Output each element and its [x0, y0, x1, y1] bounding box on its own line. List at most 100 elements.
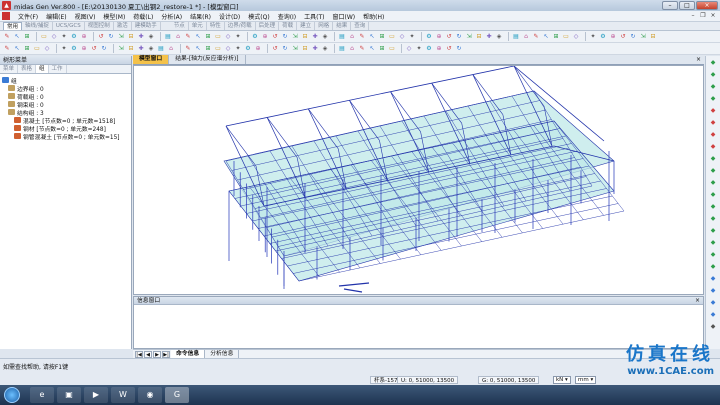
toolbar-tool-icon[interactable]: ↖ — [194, 33, 202, 41]
toolbar-tool-icon[interactable]: ⊞ — [378, 33, 386, 41]
toolbar-tool-icon[interactable]: ⇲ — [639, 33, 647, 41]
toolbar-tool-icon[interactable]: ✚ — [311, 45, 319, 53]
view-tool-icon[interactable]: ◆ — [709, 214, 718, 223]
toolbar-tool-icon[interactable]: ⌂ — [167, 45, 175, 53]
menu-item[interactable]: 模式(Q) — [244, 12, 273, 21]
toolbar-tool-icon[interactable]: ↖ — [13, 45, 21, 53]
ie-icon[interactable]: e — [30, 387, 54, 403]
info-tab[interactable]: 命令信息 — [171, 350, 206, 358]
toolbar-tool-icon[interactable]: ✦ — [408, 33, 416, 41]
toolbar-tool-icon[interactable]: ↺ — [271, 33, 279, 41]
toolbar-tool-icon[interactable]: ⊞ — [552, 33, 560, 41]
start-button[interactable] — [4, 387, 20, 403]
toolbar-tool-icon[interactable]: ⊞ — [378, 45, 386, 53]
toolbar-tool-icon[interactable]: ↻ — [455, 45, 463, 53]
toolbar-tool-icon[interactable]: ⊞ — [23, 33, 31, 41]
toolbar-tool-icon[interactable]: ↖ — [368, 45, 376, 53]
view-tool-icon[interactable]: ◆ — [709, 130, 718, 139]
toolbar-tool-icon[interactable]: ⌂ — [174, 33, 182, 41]
ribbon-tab[interactable]: 荷载 — [279, 22, 298, 30]
toolbar-tool-icon[interactable]: ⊟ — [127, 45, 135, 53]
toolbar-tool-icon[interactable]: ✦ — [234, 33, 242, 41]
toolbar-tool-icon[interactable]: ▭ — [388, 45, 396, 53]
toolbar-tool-icon[interactable]: ◇ — [572, 33, 580, 41]
toolbar-tool-icon[interactable]: ⚙ — [425, 45, 433, 53]
ribbon-tab[interactable]: 结果 — [333, 22, 352, 30]
toolbar-tool-icon[interactable]: ⇲ — [291, 45, 299, 53]
folder-icon[interactable]: ▣ — [57, 387, 81, 403]
next-arrow-icon[interactable]: ▶ — [153, 350, 161, 358]
toolbar-tool-icon[interactable]: ↺ — [271, 45, 279, 53]
toolbar-tool-icon[interactable]: ◈ — [321, 45, 329, 53]
toolbar-tool-icon[interactable]: ▤ — [338, 45, 346, 53]
toolbar-tool-icon[interactable]: ▤ — [164, 33, 172, 41]
ribbon-tab[interactable]: 网格 — [315, 22, 334, 30]
menu-item[interactable]: 分析(A) — [157, 12, 186, 21]
mdi-close-icon[interactable]: × — [709, 12, 717, 20]
toolbar-tool-icon[interactable]: ✚ — [485, 33, 493, 41]
toolbar-tool-icon[interactable]: ↻ — [281, 33, 289, 41]
toolbar-tool-icon[interactable]: ↺ — [445, 45, 453, 53]
view-tool-icon[interactable]: ◆ — [709, 166, 718, 175]
first-arrow-icon[interactable]: |◀ — [135, 350, 143, 358]
ribbon-tab[interactable]: 边界/荷载 — [225, 22, 256, 30]
view-tool-icon[interactable]: ◆ — [709, 94, 718, 103]
toolbar-tool-icon[interactable]: ✦ — [589, 33, 597, 41]
menu-item[interactable]: 文件(F) — [14, 12, 42, 21]
view-tool-icon[interactable]: ◆ — [709, 274, 718, 283]
view-tool-icon[interactable]: ◆ — [709, 286, 718, 295]
toolbar-tool-icon[interactable]: ⊟ — [127, 33, 135, 41]
toolbar-tool-icon[interactable]: ✚ — [311, 33, 319, 41]
toolbar-tool-icon[interactable]: ✦ — [60, 33, 68, 41]
toolbar-tool-icon[interactable]: ✚ — [137, 45, 145, 53]
toolbar-tool-icon[interactable]: ⊟ — [301, 33, 309, 41]
toolbar-tool-icon[interactable]: ⚙ — [244, 45, 252, 53]
menu-item[interactable]: 编辑(E) — [42, 12, 70, 21]
info-tab[interactable]: 分析信息 — [205, 350, 240, 358]
toolbar-tool-icon[interactable]: ✦ — [234, 45, 242, 53]
toolbar-tool-icon[interactable]: ▭ — [40, 33, 48, 41]
view-tool-icon[interactable]: ◆ — [709, 70, 718, 79]
toolbar-tool-icon[interactable]: ▤ — [512, 33, 520, 41]
toolbar-tool-icon[interactable]: ⊞ — [204, 33, 212, 41]
ribbon-tab[interactable]: 特性 — [207, 22, 225, 30]
toolbar-tool-icon[interactable]: ⌂ — [348, 33, 356, 41]
menu-item[interactable]: 窗口(W) — [329, 12, 360, 21]
toolbar-tool-icon[interactable]: ↺ — [90, 45, 98, 53]
toolbar-tool-icon[interactable]: ⚙ — [425, 33, 433, 41]
toolbar-tool-icon[interactable]: ↖ — [368, 33, 376, 41]
view-tool-icon[interactable]: ◆ — [709, 322, 718, 331]
ribbon-tab[interactable]: 查询 — [351, 22, 370, 30]
toolbar-tool-icon[interactable]: ⇲ — [117, 33, 125, 41]
menu-item[interactable]: 查询(I) — [274, 12, 300, 21]
media-player-icon[interactable]: ▶ — [84, 387, 108, 403]
force-unit-select[interactable]: kN ▾ — [553, 376, 571, 384]
view-tool-icon[interactable]: ◆ — [709, 238, 718, 247]
toolbar-tool-icon[interactable]: ✎ — [358, 45, 366, 53]
toolbar-tool-icon[interactable]: ⊕ — [261, 33, 269, 41]
toolbar-tool-icon[interactable]: ↺ — [97, 33, 105, 41]
view-tool-icon[interactable]: ◆ — [709, 190, 718, 199]
view-tab[interactable]: 模型窗口 — [133, 55, 170, 64]
toolbar-tool-icon[interactable]: ⊕ — [609, 33, 617, 41]
menu-item[interactable]: 模型(M) — [99, 12, 129, 21]
toolbar-tool-icon[interactable]: ✎ — [3, 33, 11, 41]
minimize-button[interactable]: – — [662, 1, 678, 10]
panel-tab[interactable]: 菜单 — [0, 65, 19, 73]
toolbar-tool-icon[interactable]: ▤ — [338, 33, 346, 41]
toolbar-tool-icon[interactable]: ✎ — [3, 45, 11, 53]
ribbon-tab[interactable]: 建模助手 — [132, 22, 161, 30]
midas-gen-icon[interactable]: G — [165, 387, 189, 403]
toolbar-tool-icon[interactable]: ✦ — [415, 45, 423, 53]
view-close-icon[interactable]: × — [696, 56, 701, 63]
toolbar-tool-icon[interactable]: ▤ — [157, 45, 165, 53]
toolbar-tool-icon[interactable]: ⊕ — [435, 33, 443, 41]
toolbar-tool-icon[interactable]: ◇ — [43, 45, 51, 53]
ribbon-tab[interactable]: 视图控制 — [85, 22, 114, 30]
view-tool-icon[interactable]: ◆ — [709, 202, 718, 211]
toolbar-tool-icon[interactable]: ⊞ — [23, 45, 31, 53]
menu-item[interactable]: 设计(D) — [215, 12, 244, 21]
toolbar-tool-icon[interactable]: ✎ — [358, 33, 366, 41]
toolbar-tool-icon[interactable]: ⊕ — [80, 33, 88, 41]
toolbar-tool-icon[interactable]: ✚ — [137, 33, 145, 41]
